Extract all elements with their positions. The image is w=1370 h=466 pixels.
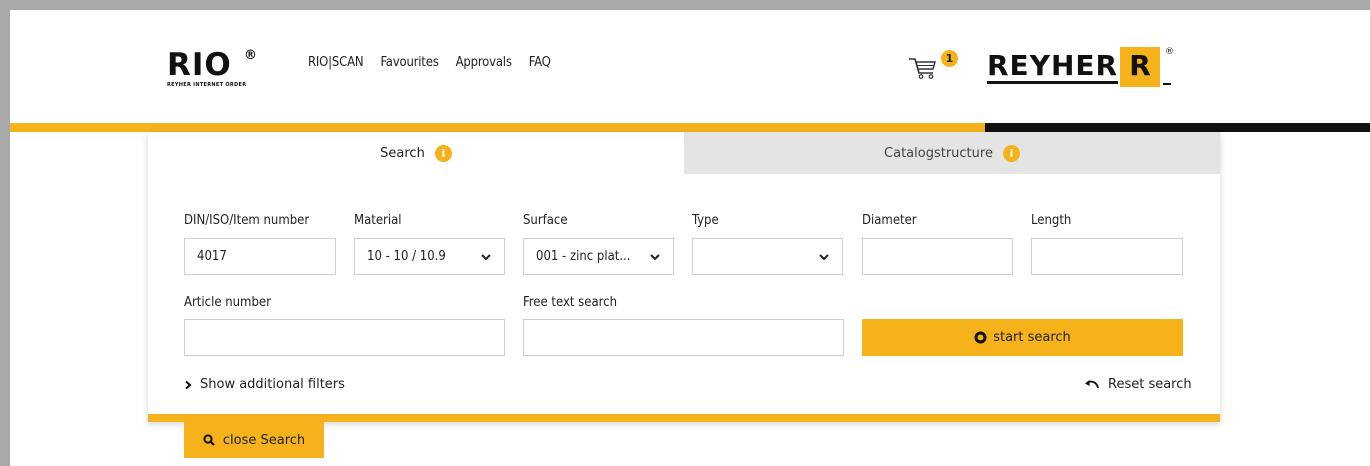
show-filters-link[interactable]: Show additional filters: [184, 377, 345, 392]
header-stripe-yellow: [10, 123, 985, 132]
reyher-logo-dash: [1163, 83, 1171, 85]
undo-icon: [1085, 379, 1099, 388]
reyher-logo[interactable]: REYHER R ®: [987, 47, 1187, 89]
material-label: Material: [354, 213, 402, 228]
length-input[interactable]: [1031, 238, 1183, 275]
surface-select[interactable]: 001 - zinc plat...: [523, 238, 674, 275]
type-select[interactable]: [692, 238, 843, 275]
chevron-right-icon: [185, 380, 192, 389]
material-select[interactable]: 10 - 10 / 10.9: [354, 238, 505, 275]
nav-faq[interactable]: FAQ: [529, 55, 551, 70]
chevron-down-icon: [481, 253, 491, 260]
tab-search[interactable]: Search i: [148, 132, 684, 174]
diameter-label: Diameter: [862, 213, 917, 228]
search-icon: [203, 434, 215, 446]
reyher-logo-text: REYHER: [987, 49, 1119, 84]
diameter-input[interactable]: [862, 238, 1013, 275]
length-label: Length: [1031, 213, 1072, 228]
article-number-input[interactable]: [184, 319, 505, 356]
freetext-label: Free text search: [523, 295, 618, 310]
article-label: Article number: [184, 295, 271, 310]
search-circle-icon: [974, 331, 987, 344]
close-search-button[interactable]: close Search: [184, 422, 324, 458]
start-search-label: start search: [993, 330, 1071, 345]
chevron-down-icon: [650, 253, 660, 260]
rio-registered-mark: ®: [244, 48, 257, 63]
info-icon[interactable]: i: [434, 144, 452, 162]
din-input-value: 4017: [197, 249, 227, 264]
close-search-label: close Search: [222, 432, 306, 448]
surface-select-value: 001 - zinc plat...: [536, 249, 631, 264]
reset-search-label: Reset search: [1108, 377, 1192, 392]
surface-label: Surface: [523, 213, 568, 228]
reyher-logo-box: R: [1120, 47, 1160, 87]
rio-logo-text: RIO: [167, 47, 232, 83]
tab-search-label: Search: [380, 145, 425, 161]
tab-catalogstructure[interactable]: Catalogstructure i: [684, 132, 1220, 174]
main-nav: RIO|SCAN Favourites Approvals FAQ: [308, 55, 551, 70]
show-filters-label: Show additional filters: [200, 377, 345, 392]
reyher-registered-mark: ®: [1165, 47, 1174, 57]
header-stripe-black: [985, 123, 1370, 132]
chevron-down-icon: [819, 253, 829, 260]
rio-logo[interactable]: RIO ® REYHER INTERNET ORDER: [167, 48, 277, 92]
type-label: Type: [692, 213, 719, 228]
free-text-search-input[interactable]: [523, 319, 844, 356]
material-select-value: 10 - 10 / 10.9: [367, 249, 446, 264]
nav-rioscan[interactable]: RIO|SCAN: [308, 55, 364, 70]
nav-approvals[interactable]: Approvals: [456, 55, 512, 70]
search-tabs: Search i Catalogstructure i: [148, 132, 1220, 174]
search-panel: Search i Catalogstructure i DIN/ISO/Item…: [148, 132, 1220, 422]
rio-logo-subtitle: REYHER INTERNET ORDER: [167, 82, 247, 88]
header: RIO ® REYHER INTERNET ORDER RIO|SCAN Fav…: [10, 10, 1370, 123]
reset-search-link[interactable]: Reset search: [1084, 377, 1192, 392]
din-label: DIN/ISO/Item number: [184, 213, 310, 228]
start-search-button[interactable]: start search: [862, 319, 1183, 356]
tab-catalog-label: Catalogstructure: [884, 145, 993, 161]
nav-favourites[interactable]: Favourites: [380, 55, 438, 70]
app-frame: RIO ® REYHER INTERNET ORDER RIO|SCAN Fav…: [10, 10, 1370, 466]
cart-count-badge: 1: [941, 50, 958, 67]
info-icon[interactable]: i: [1002, 144, 1020, 162]
din-input[interactable]: 4017: [184, 238, 336, 275]
